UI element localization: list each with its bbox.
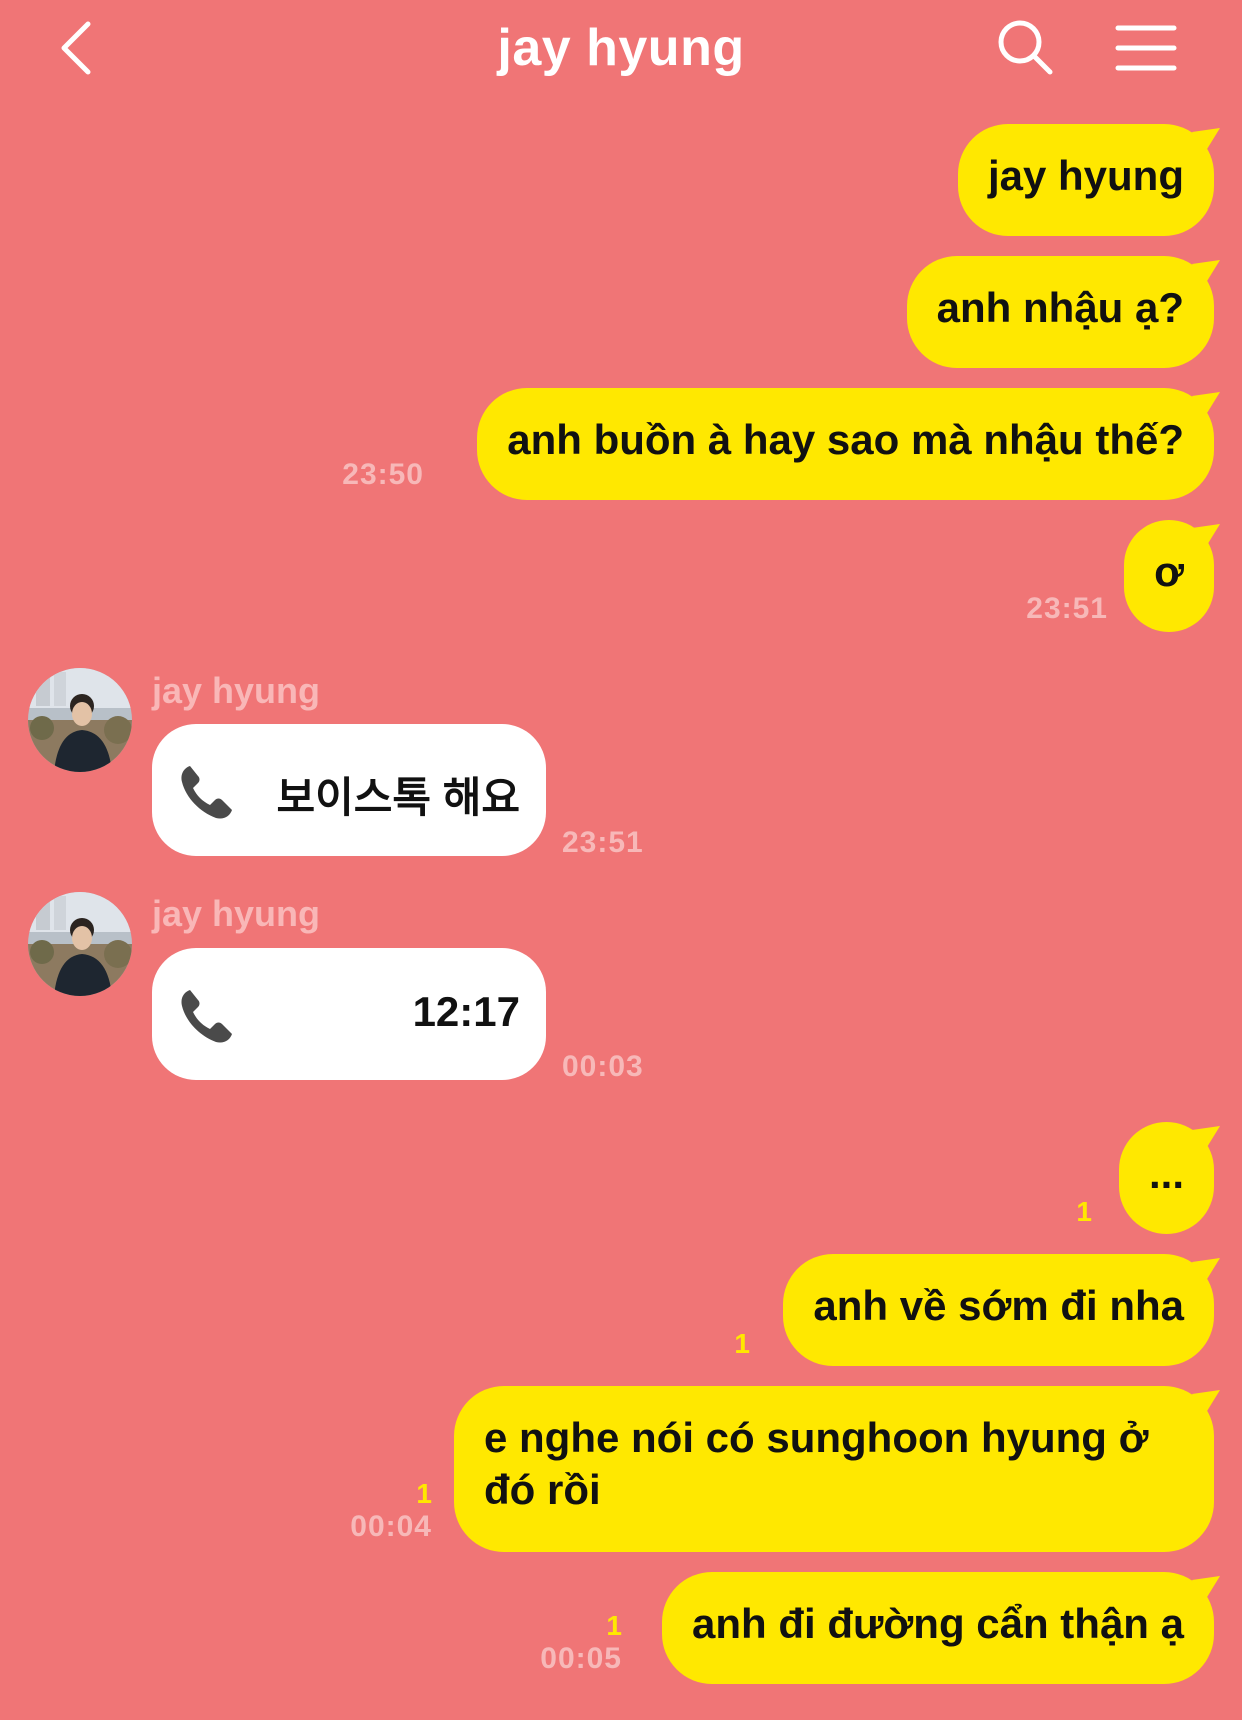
message-text: e nghe nói có sunghoon hyung ở đó rồi [484, 1414, 1149, 1513]
avatar[interactable] [28, 668, 132, 772]
message-text: anh đi đường cẩn thận ạ [692, 1600, 1184, 1647]
bubble-tail-icon [1192, 1126, 1220, 1152]
avatar[interactable] [28, 892, 132, 996]
message-text: anh nhậu ạ? [936, 284, 1184, 331]
bubble-tail-icon [1192, 128, 1220, 154]
phone-icon [181, 766, 232, 819]
outgoing-message[interactable]: ... [1118, 1122, 1220, 1234]
sender-name: jay hyung [152, 893, 321, 934]
outgoing-message[interactable]: anh về sớm đi nha [783, 1254, 1220, 1366]
message-meta: 1 [734, 1328, 750, 1360]
message-time: 00:03 [562, 1050, 644, 1083]
bubble-tail-icon [1192, 524, 1220, 550]
bubble-tail-icon [1192, 260, 1220, 286]
message-time: 00:05 [540, 1642, 622, 1675]
message-text: anh về sớm đi nha [813, 1282, 1184, 1329]
search-icon [998, 20, 1053, 75]
message-text: anh buồn à hay sao mà nhậu thế? [507, 416, 1184, 463]
unread-count: 1 [606, 1610, 622, 1641]
unread-count: 1 [416, 1478, 432, 1509]
message-meta: 00:03 [562, 1050, 644, 1084]
message-meta: 23:51 [1026, 592, 1108, 626]
message-text: ơ [1154, 548, 1184, 595]
chat-screen: jay hyung jay hyung anh nhậu ạ? 23:50 an… [0, 0, 1242, 1720]
chat-header: jay hyung [0, 0, 1242, 100]
bubble-tail-icon [1192, 1258, 1220, 1284]
message-time: 00:04 [350, 1510, 432, 1543]
profile-photo [28, 892, 132, 996]
message-meta: 23:51 [562, 826, 644, 860]
outgoing-message[interactable]: e nghe nói có sunghoon hyung ở đó rồi [454, 1386, 1220, 1552]
message-meta: 1 [1076, 1196, 1092, 1228]
voice-call-bubble[interactable]: 12:17 [152, 948, 546, 1080]
unread-count: 1 [734, 1328, 750, 1359]
call-label: 12:17 [412, 988, 520, 1035]
message-meta: 1 00:05 [540, 1610, 622, 1676]
message-text: ... [1148, 1150, 1184, 1197]
outgoing-message[interactable]: ơ [1124, 520, 1220, 632]
profile-photo [28, 668, 132, 772]
message-text: jay hyung [987, 152, 1184, 199]
phone-icon [181, 990, 232, 1043]
message-meta: 1 00:04 [350, 1478, 432, 1544]
outgoing-message[interactable]: anh nhậu ạ? [906, 256, 1220, 368]
search-button[interactable] [994, 16, 1056, 78]
message-meta: 23:50 [342, 458, 424, 492]
sender-name: jay hyung [152, 670, 321, 711]
bubble-tail-icon [1192, 392, 1220, 418]
message-time: 23:50 [342, 458, 424, 491]
unread-count: 1 [1076, 1196, 1092, 1227]
bubble-tail-icon [1192, 1390, 1220, 1416]
call-label: 보이스톡 해요 [276, 774, 520, 821]
outgoing-message[interactable]: anh buồn à hay sao mà nhậu thế? [477, 388, 1220, 500]
message-time: 23:51 [1026, 592, 1108, 625]
hamburger-menu-icon [1115, 25, 1177, 71]
message-time: 23:51 [562, 826, 644, 859]
voice-call-bubble[interactable]: 보이스톡 해요 [152, 724, 546, 856]
menu-button[interactable] [1114, 20, 1178, 76]
outgoing-message[interactable]: anh đi đường cẩn thận ạ [662, 1572, 1220, 1684]
bubble-tail-icon [1192, 1576, 1220, 1602]
outgoing-message[interactable]: jay hyung [957, 124, 1220, 236]
